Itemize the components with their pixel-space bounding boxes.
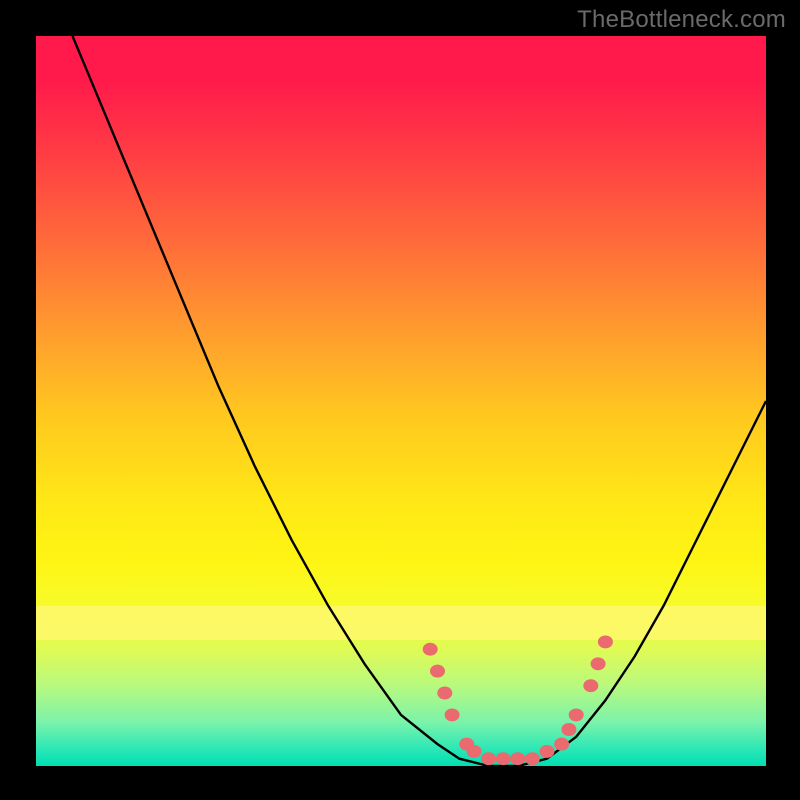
curve-marker (482, 753, 496, 765)
curve-marker (525, 753, 539, 765)
curve-marker (431, 665, 445, 677)
curve-marker (584, 680, 598, 692)
curve-svg (36, 36, 766, 766)
curve-marker (598, 636, 612, 648)
curve-marker (423, 643, 437, 655)
curve-marker (445, 709, 459, 721)
marker-group (423, 636, 612, 765)
curve-marker (511, 753, 525, 765)
curve-marker (555, 738, 569, 750)
plot-area (36, 36, 766, 766)
curve-marker (540, 745, 554, 757)
curve-marker (438, 687, 452, 699)
curve-marker (591, 658, 605, 670)
curve-marker (562, 724, 576, 736)
chart-stage: TheBottleneck.com (0, 0, 800, 800)
curve-marker (496, 753, 510, 765)
bottleneck-curve (73, 36, 767, 766)
curve-marker (467, 745, 481, 757)
curve-marker (569, 709, 583, 721)
attribution-label: TheBottleneck.com (577, 6, 786, 34)
